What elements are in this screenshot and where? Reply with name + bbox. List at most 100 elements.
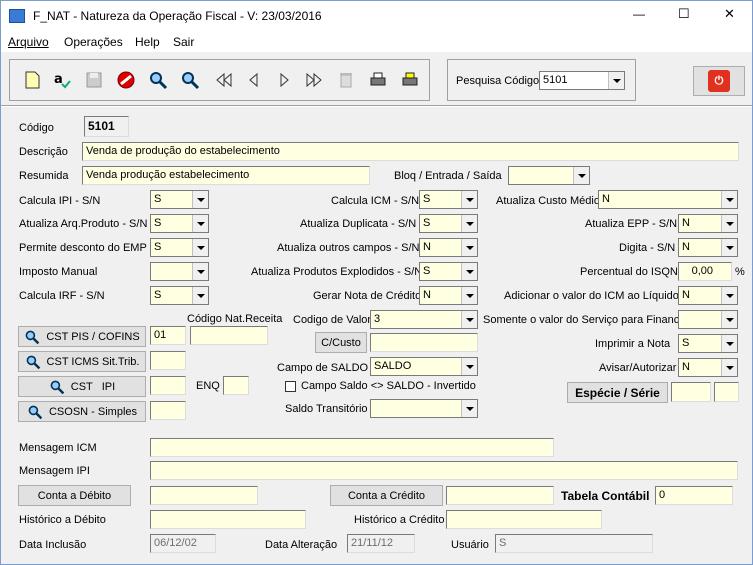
atualiza-custo-label: Atualiza Custo Médio: [496, 195, 600, 207]
serie-field[interactable]: [714, 382, 739, 402]
digita-combo[interactable]: N: [678, 238, 738, 257]
usuario-label: Usuário: [451, 539, 489, 551]
imposto-manual-combo[interactable]: [150, 262, 209, 281]
separator: [1, 105, 752, 107]
search-label: Pesquisa Código: [456, 75, 540, 87]
adicionar-icm-combo[interactable]: N: [678, 286, 738, 305]
permite-desc-combo[interactable]: S: [150, 238, 209, 257]
perc-sign: %: [735, 266, 745, 278]
atualiza-expl-combo[interactable]: S: [419, 262, 478, 281]
perc-isqn-field[interactable]: 0,00: [678, 262, 732, 281]
next-record-icon[interactable]: [272, 68, 296, 92]
cst-icms-field[interactable]: [150, 351, 186, 370]
cod-nat-field[interactable]: [190, 326, 268, 345]
conta-debito-field[interactable]: [150, 486, 258, 505]
csosn-field[interactable]: [150, 401, 186, 420]
conta-debito-button[interactable]: Conta a Débito: [18, 485, 131, 506]
avisar-label: Avisar/Autorizar: [599, 362, 677, 374]
menu-operacoes[interactable]: Operações: [64, 35, 123, 49]
c-custo-button[interactable]: C/Custo: [315, 332, 367, 353]
cst-pis-button[interactable]: CST PIS / COFINS: [18, 326, 146, 347]
search-icon: [25, 330, 40, 344]
especie-field[interactable]: [671, 382, 711, 402]
cancel-icon[interactable]: [114, 68, 138, 92]
data-inclusao-field: 06/12/02: [150, 534, 216, 553]
codigo-valor-combo[interactable]: 3: [370, 310, 478, 329]
menu-arquivo[interactable]: Arquivo: [8, 35, 49, 49]
minimize-button[interactable]: —: [633, 7, 645, 21]
search-code-combo[interactable]: 5101: [539, 71, 625, 90]
delete-icon: [334, 68, 358, 92]
previous-record-icon[interactable]: [242, 68, 266, 92]
menu-help[interactable]: Help: [135, 35, 160, 49]
calcula-ipi-label: Calcula IPI - S/N: [19, 195, 101, 207]
calcula-ipi-combo[interactable]: S: [150, 190, 209, 209]
enq-field[interactable]: [223, 376, 249, 395]
new-document-icon[interactable]: [20, 68, 44, 92]
data-alteracao-field: 21/11/12: [347, 534, 415, 553]
calcula-irf-combo[interactable]: S: [150, 286, 209, 305]
cst-icms-button[interactable]: CST ICMS Sit.Trib.: [18, 351, 146, 372]
exit-button[interactable]: ⏻: [693, 66, 745, 96]
codigo-valor-label: Codigo de Valor: [293, 314, 372, 326]
close-button[interactable]: ✕: [724, 6, 735, 22]
atualiza-custo-combo[interactable]: N: [598, 190, 738, 209]
enq-label: ENQ: [196, 380, 220, 392]
saldo-trans-combo[interactable]: [370, 399, 478, 418]
hist-debito-field[interactable]: [150, 510, 306, 529]
adicionar-icm-label: Adicionar o valor do ICM ao Líquido: [504, 290, 679, 302]
saldo-trans-label: Saldo Transitório: [285, 403, 368, 415]
cst-ipi-button[interactable]: CST IPI: [18, 376, 146, 397]
atualiza-dup-combo[interactable]: S: [419, 214, 478, 233]
cod-nat-label: Código Nat.Receita: [187, 313, 283, 325]
tabela-contabil-field[interactable]: 0: [655, 486, 733, 505]
msg-icm-field[interactable]: [150, 438, 554, 457]
search-next-icon[interactable]: [178, 68, 202, 92]
perc-isqn-label: Percentual do ISQN: [580, 266, 678, 278]
menu-sair[interactable]: Sair: [173, 35, 194, 49]
search-icon: [50, 380, 65, 394]
gera-nota-combo[interactable]: N: [419, 286, 478, 305]
atualiza-arq-combo[interactable]: S: [150, 214, 209, 233]
atualiza-outros-combo[interactable]: N: [419, 238, 478, 257]
campo-saldo-combo[interactable]: SALDO: [370, 357, 478, 376]
cst-ipi-field[interactable]: [150, 376, 186, 395]
atualiza-arq-label: Atualiza Arq.Produto - S/N: [19, 218, 148, 230]
msg-ipi-label: Mensagem IPI: [19, 465, 90, 477]
last-record-icon[interactable]: [302, 68, 326, 92]
imprimir-combo[interactable]: S: [678, 334, 738, 353]
msg-ipi-field[interactable]: [150, 461, 738, 480]
hist-credito-field[interactable]: [446, 510, 602, 529]
calcula-icm-combo[interactable]: S: [419, 190, 478, 209]
hist-credito-label: Histórico a Crédito: [354, 514, 445, 526]
especie-serie-button[interactable]: Espécie / Série: [567, 382, 668, 403]
maximize-button[interactable]: ☐: [678, 6, 690, 22]
bloq-combo[interactable]: [508, 166, 590, 185]
descricao-label: Descrição: [19, 146, 68, 158]
search-icon: [28, 405, 43, 419]
campo-invertido-checkbox[interactable]: [285, 381, 296, 392]
avisar-combo[interactable]: N: [678, 358, 738, 377]
conta-credito-button[interactable]: Conta a Crédito: [330, 485, 443, 506]
search-icon[interactable]: [146, 68, 170, 92]
print-icon[interactable]: [366, 68, 390, 92]
codigo-field[interactable]: 5101: [84, 116, 129, 137]
search-icon: [26, 355, 40, 369]
gera-nota-label: Gerar Nota de Crédito: [313, 290, 422, 302]
descricao-field[interactable]: Venda de produção do estabelecimento: [82, 142, 739, 161]
digita-label: Digita - S/N: [619, 242, 676, 254]
somente-combo[interactable]: [678, 310, 738, 329]
conta-credito-field[interactable]: [446, 486, 554, 505]
print-preview-icon[interactable]: [398, 68, 422, 92]
cst-pis-field[interactable]: 01: [150, 326, 186, 345]
csosn-button[interactable]: CSOSN - Simples: [18, 401, 146, 422]
menu-bar: Arquivo Operações Help Sair: [1, 32, 752, 52]
spellcheck-icon[interactable]: a: [50, 68, 74, 92]
campo-saldo-label: Campo de SALDO: [277, 362, 369, 374]
imposto-manual-label: Imposto Manual: [19, 266, 98, 278]
c-custo-field[interactable]: [370, 333, 478, 352]
atualiza-epp-combo[interactable]: N: [678, 214, 738, 233]
resumida-field[interactable]: Venda produção estabelecimento: [82, 166, 370, 185]
first-record-icon[interactable]: [212, 68, 236, 92]
data-alteracao-label: Data Alteração: [265, 539, 338, 551]
